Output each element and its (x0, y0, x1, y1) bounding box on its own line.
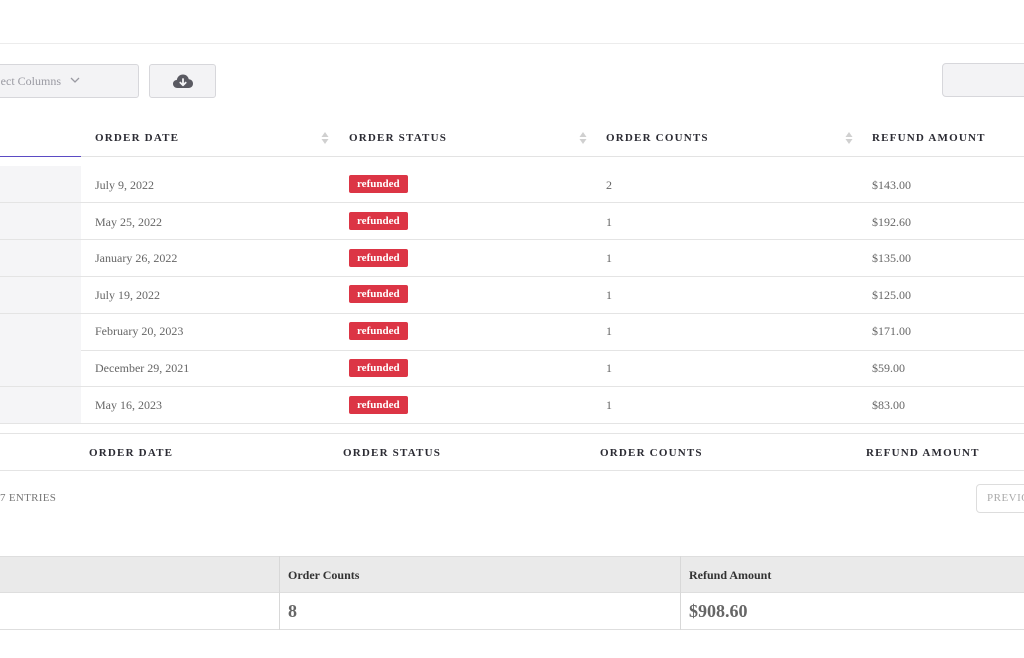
table-row: July 19, 2022 refunded 1 $125.00 (0, 277, 1024, 314)
column-divider (279, 556, 280, 630)
table-row: July 9, 2022 refunded 2 $143.00 (0, 166, 1024, 203)
status-badge: refunded (349, 359, 408, 377)
order-date: January 26, 2022 (95, 251, 178, 265)
header-order-date[interactable]: ORDER DATE (95, 132, 179, 144)
order-count: 2 (606, 178, 612, 192)
order-date: February 20, 2023 (95, 324, 184, 338)
summary-header-row: Order Counts Refund Amount (0, 556, 1024, 593)
refund-amount: $135.00 (872, 251, 911, 265)
status-badge: refunded (349, 322, 408, 340)
sort-icon[interactable] (321, 131, 329, 145)
status-badge: refunded (349, 396, 408, 414)
sort-icon[interactable] (845, 131, 853, 145)
refund-amount: $83.00 (872, 398, 905, 412)
top-bar (0, 0, 1024, 44)
order-count: 1 (606, 398, 612, 412)
refund-amount: $143.00 (872, 178, 911, 192)
footer-order-counts: ORDER COUNTS (600, 447, 703, 459)
sorted-column-cell (0, 350, 81, 386)
order-date: July 19, 2022 (95, 288, 161, 302)
sort-icon[interactable] (579, 131, 587, 145)
header-order-status[interactable]: ORDER STATUS (349, 132, 447, 144)
select-columns-label: Select Columns (1, 73, 61, 88)
order-counts-total: 8 (288, 601, 297, 621)
sorted-column-cell (0, 387, 81, 423)
table-row: May 16, 2023 refunded 1 $83.00 (0, 387, 1024, 424)
sorted-column-cell (0, 240, 81, 276)
order-count: 1 (606, 361, 612, 375)
status-badge: refunded (349, 212, 408, 230)
footer-order-date: ORDER DATE (89, 447, 174, 459)
download-button[interactable] (149, 64, 216, 98)
entries-info: 7 ENTRIES (0, 492, 57, 504)
refund-amount-label: Refund Amount (689, 568, 772, 582)
refund-amount: $171.00 (872, 324, 911, 338)
header-order-counts[interactable]: ORDER COUNTS (606, 132, 709, 144)
order-date: May 25, 2022 (95, 215, 162, 229)
order-date: July 9, 2022 (95, 178, 155, 192)
footer-order-status: ORDER STATUS (343, 447, 442, 459)
order-count: 1 (606, 288, 612, 302)
refund-amount-total: $908.60 (689, 601, 748, 621)
order-counts-label: Order Counts (288, 568, 360, 582)
order-date: May 16, 2023 (95, 398, 162, 412)
order-count: 1 (606, 215, 612, 229)
order-date: December 29, 2021 (95, 361, 190, 375)
table-header-divider (0, 156, 1024, 157)
refund-amount: $59.00 (872, 361, 905, 375)
table-row: February 20, 2023 refunded 1 $171.00 (0, 314, 1024, 351)
cloud-download-icon (172, 74, 193, 88)
previous-page-button[interactable]: PREVIOUS (976, 484, 1024, 513)
sorted-column-cell (0, 203, 81, 239)
chevron-down-icon (70, 77, 80, 83)
order-count: 1 (606, 324, 612, 338)
search-input[interactable] (942, 63, 1024, 97)
footer-refund-amount: REFUND AMOUNT (866, 447, 980, 459)
sorted-column-cell (0, 277, 81, 313)
status-badge: refunded (349, 285, 408, 303)
refund-amount: $192.60 (872, 215, 911, 229)
active-sort-indicator (0, 156, 81, 157)
header-refund-amount[interactable]: REFUND AMOUNT (872, 132, 986, 144)
table-footer: ORDER DATE ORDER STATUS ORDER COUNTS REF… (0, 433, 1024, 471)
summary-value-row: 8 $908.60 (0, 593, 1024, 630)
status-badge: refunded (349, 175, 408, 193)
order-count: 1 (606, 251, 612, 265)
table-row: December 29, 2021 refunded 1 $59.00 (0, 350, 1024, 387)
status-badge: refunded (349, 249, 408, 267)
select-columns-dropdown[interactable]: Select Columns (0, 64, 139, 98)
refund-amount: $125.00 (872, 288, 911, 302)
table-row: May 25, 2022 refunded 1 $192.60 (0, 203, 1024, 240)
column-divider (680, 556, 681, 630)
sorted-column-cell (0, 314, 81, 350)
summary-table: Order Counts Refund Amount 8 $908.60 (0, 556, 1024, 630)
sorted-column-cell (0, 166, 81, 202)
table-row: January 26, 2022 refunded 1 $135.00 (0, 240, 1024, 277)
